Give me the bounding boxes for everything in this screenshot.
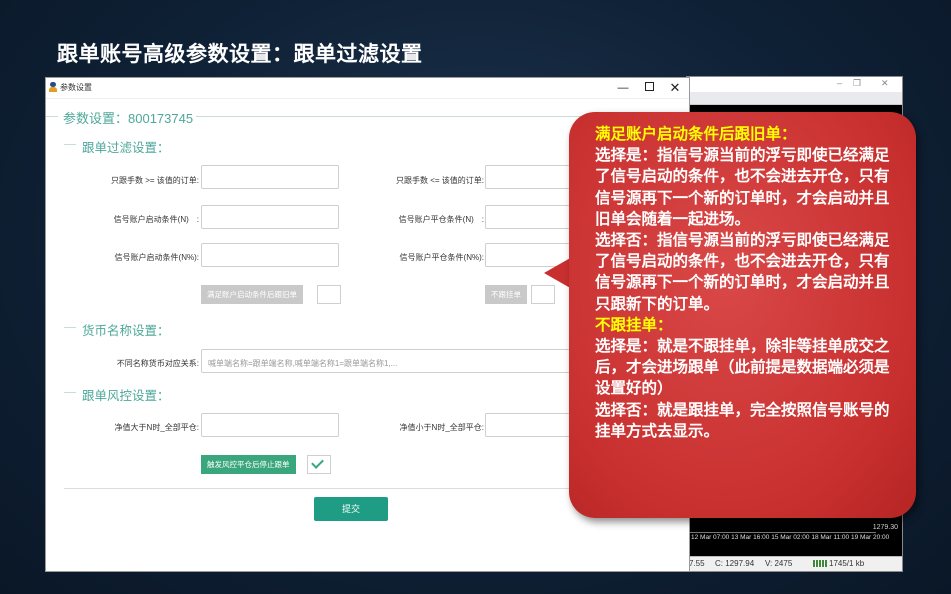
maximize-button[interactable]: [638, 80, 660, 96]
callout-pointer: [544, 257, 572, 289]
status-bar: 7.55 C: 1297.94 V: 2475 1745/1 kb: [687, 556, 902, 571]
maximize-icon: [644, 82, 654, 91]
callout-heading-no-pending: 不跟挂单：: [595, 315, 673, 334]
chart-price-label: 1279.30: [872, 524, 898, 531]
app-user-icon: [49, 82, 57, 92]
lot-min-label: 只跟手数 >= 该值的订单:: [110, 176, 199, 185]
bg-close-icon: ✕: [881, 78, 889, 88]
lot-max-label: 只跟手数 <= 该值的订单:: [395, 176, 484, 185]
slide-title: 跟单账号高级参数设置：跟单过滤设置: [57, 42, 423, 66]
background-toolbar: [687, 92, 902, 105]
bg-restore-icon: ❐: [853, 78, 862, 88]
callout-text: 选择是：指信号源当前的浮亏即使已经满足了信号启动的条件，也不会进去开仓，只有信号…: [595, 146, 890, 228]
start-cond-pct-input[interactable]: [201, 243, 339, 267]
status-volume: V: 2475: [765, 559, 793, 568]
minimize-button[interactable]: —: [612, 80, 634, 96]
close-cond-pct-label: 信号账户平仓条件(N%):: [399, 253, 484, 262]
checkmark-icon: [311, 456, 324, 469]
currency-mapping-label: 不同名称货币对应关系:: [116, 359, 199, 368]
chart-time-axis: [687, 532, 876, 533]
account-legend: 参数设置：800173745: [63, 111, 194, 126]
bg-minimize-icon: –: [837, 78, 843, 88]
stop-after-risk-toggle[interactable]: 触发风控平仓后停止跟单: [201, 455, 331, 474]
filter-section-legend: 跟单过滤设置：: [82, 141, 170, 155]
legend-rule: [64, 144, 76, 145]
callout-heading-follow-old: 满足账户启动条件后跟旧单：: [595, 125, 797, 143]
status-close: C: 1297.94: [715, 559, 755, 568]
close-cond-label: 信号账户平仓条件(N) :: [398, 215, 484, 224]
traffic-icon: [813, 560, 827, 568]
dialog-titlebar: 参数设置 — ✕: [46, 78, 689, 99]
follow-old-orders-checkbox[interactable]: [317, 285, 341, 304]
lot-min-input[interactable]: [201, 165, 339, 189]
status-traffic: 1745/1 kb: [813, 559, 864, 568]
stop-after-risk-label: 触发风控平仓后停止跟单: [201, 455, 296, 474]
follow-old-orders-toggle[interactable]: 满足账户启动条件后跟旧单: [201, 285, 341, 304]
legend-rule: [64, 392, 76, 393]
chart-time-labels: 12 Mar 07:00 13 Mar 16:00 15 Mar 02:00 1…: [691, 534, 890, 541]
dialog-title: 参数设置: [60, 83, 92, 92]
start-cond-input[interactable]: [201, 205, 339, 229]
callout-text: 选择否：就是跟挂单，完全按照信号账号的挂单方式去显示。: [595, 400, 890, 440]
equity-below-label: 净值小于N时_全部平仓:: [399, 423, 484, 432]
equity-above-input[interactable]: [201, 413, 339, 437]
background-titlebar: – ❐ ✕: [687, 77, 902, 91]
status-value: 7.55: [689, 559, 705, 568]
callout-text: 选择是：就是不跟挂单，除非等挂单成交之后，才会进场跟单（此前提是数据端必须是设置…: [595, 337, 890, 398]
callout-text: 选择否：指信号源当前的浮亏即使已经满足了信号启动的条件，也不会进去开仓，只有信号…: [595, 231, 890, 313]
legend-rule: [46, 116, 58, 117]
equity-above-label: 净值大于N时_全部平仓:: [114, 423, 199, 432]
start-cond-pct-label: 信号账户启动条件(N%):: [114, 253, 199, 262]
currency-section-legend: 货币名称设置：: [82, 324, 170, 338]
start-cond-label: 信号账户启动条件(N) :: [113, 215, 199, 224]
risk-section-legend: 跟单风控设置：: [82, 389, 170, 403]
legend-rule: [64, 327, 76, 328]
no-pending-orders-label: 不跟挂单: [485, 285, 527, 304]
submit-button[interactable]: 提交: [314, 497, 388, 521]
explanation-callout: 满足账户启动条件后跟旧单： 选择是：指信号源当前的浮亏即使已经满足了信号启动的条…: [569, 112, 916, 518]
stop-after-risk-checkbox[interactable]: [307, 455, 331, 474]
close-button[interactable]: ✕: [664, 80, 686, 96]
follow-old-orders-label: 满足账户启动条件后跟旧单: [201, 285, 303, 304]
